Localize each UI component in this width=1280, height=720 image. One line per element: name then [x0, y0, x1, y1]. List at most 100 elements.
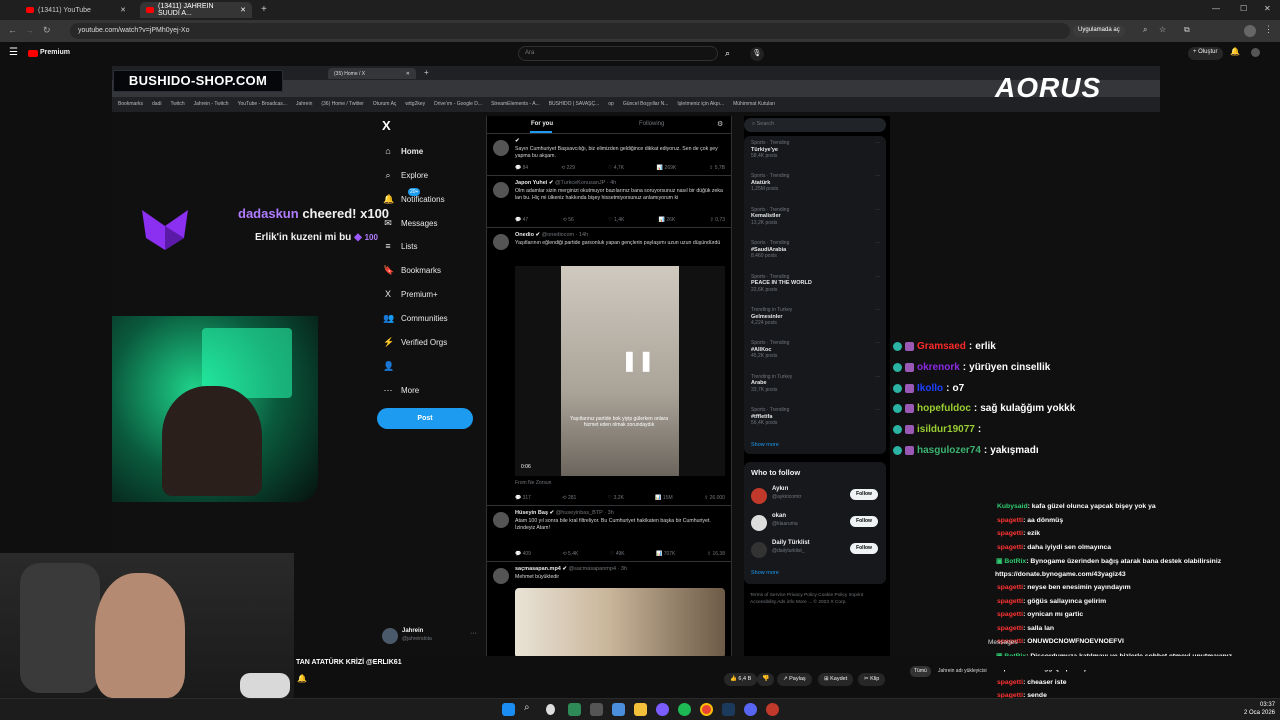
- bookmark-link[interactable]: Mühimmat Kutuları: [733, 101, 775, 107]
- forward-icon[interactable]: →: [25, 25, 34, 35]
- follow-button[interactable]: Follow: [850, 543, 878, 554]
- retweet-icon[interactable]: ⟲ 56: [563, 217, 574, 223]
- folder-icon[interactable]: [634, 703, 647, 716]
- nav-item-explore[interactable]: ⌕ Explore: [383, 167, 428, 183]
- bookmark-link[interactable]: Jahrein: [296, 101, 312, 107]
- new-tab-icon[interactable]: +: [424, 68, 429, 77]
- inner-browser-tab[interactable]: (35) Home / X ✕: [328, 68, 416, 79]
- new-tab-button[interactable]: +: [261, 4, 267, 15]
- like-icon[interactable]: ♡ 1,4K: [608, 217, 624, 223]
- search-icon[interactable]: ⌕: [725, 48, 730, 59]
- create-button[interactable]: + Oluştur: [1188, 47, 1223, 60]
- bookmark-link[interactable]: Oturum Aç: [373, 101, 397, 107]
- search-icon[interactable]: ⌕: [1143, 25, 1147, 35]
- notifications-bell-icon[interactable]: 🔔: [1230, 47, 1240, 56]
- bookmark-icon[interactable]: ⇪ 16,38: [707, 551, 725, 557]
- app-icon[interactable]: [590, 703, 603, 716]
- more-icon[interactable]: ⋯: [875, 173, 880, 180]
- chat-username[interactable]: Ikollo: [917, 383, 943, 394]
- nav-item-premium[interactable]: X Premium+: [383, 286, 438, 302]
- app-icon[interactable]: [568, 703, 581, 716]
- star-icon[interactable]: ☆: [1159, 25, 1166, 34]
- search-input[interactable]: Ara: [518, 46, 718, 61]
- copilot-icon[interactable]: [546, 704, 555, 715]
- trend-item[interactable]: Sports · Trending Atatürk 1,25M posts ⋯: [751, 173, 880, 193]
- like-button[interactable]: 👍 6,4 B: [724, 673, 758, 686]
- avatar[interactable]: [493, 140, 509, 156]
- chat-link[interactable]: https://donate.bynogame.com/43yagiz43: [995, 571, 1126, 578]
- nav-item-messages[interactable]: ✉ Messages: [383, 215, 437, 231]
- chat-username[interactable]: spagetti: [997, 517, 1023, 524]
- tab-following[interactable]: Following: [639, 121, 664, 127]
- avatar[interactable]: [751, 542, 767, 558]
- bookmark-link[interactable]: BUSHIDO | SAVAŞÇ...: [549, 101, 600, 107]
- back-icon[interactable]: ←: [8, 25, 17, 35]
- retweet-icon[interactable]: ⟲ 281: [562, 495, 576, 501]
- views-icon[interactable]: 📊 26K: [659, 217, 676, 223]
- trend-item[interactable]: Trending in Turkey Arabe 33,7K posts ⋯: [751, 374, 880, 394]
- bookmark-link[interactable]: İşletmeniz için Akpı...: [677, 101, 724, 107]
- clock[interactable]: 03:37 2 Oca 2026: [1244, 701, 1275, 717]
- tweet[interactable]: Japon Yuhei ✔ @TurkceKonusanJP · 4h Olm a…: [487, 176, 731, 228]
- bookmark-link[interactable]: Twitch: [170, 101, 184, 107]
- show-more-link[interactable]: Show more: [751, 570, 779, 576]
- like-icon[interactable]: ♡ 4,7K: [608, 165, 624, 171]
- trend-item[interactable]: Sports · Trending #tffletifa 56,4K posts ⋯: [751, 407, 880, 427]
- more-icon[interactable]: ⋯: [875, 274, 880, 281]
- tweet[interactable]: Onedio ✔ @onediocom · 14h Yaşıtlarının eğ…: [487, 228, 731, 506]
- reply-icon[interactable]: 💬 84: [515, 165, 528, 171]
- bookmark-icon[interactable]: ⇪ 0,73: [710, 217, 725, 223]
- menu-icon[interactable]: ⋮: [1264, 24, 1273, 35]
- more-icon[interactable]: ⋯: [875, 407, 880, 414]
- reply-icon[interactable]: 💬 47: [515, 217, 528, 223]
- tweet[interactable]: Hüseyin Baş ✔ @huseyinbas_BTP · 3h Atam 1…: [487, 506, 731, 562]
- like-icon[interactable]: ♡ 49K: [610, 551, 625, 557]
- chat-username[interactable]: Kubysaid: [997, 503, 1028, 510]
- retweet-icon[interactable]: ⟲ 5,4K: [562, 551, 578, 557]
- tweet-image[interactable]: [515, 588, 725, 656]
- windows-start-icon[interactable]: [502, 703, 515, 716]
- chat-username[interactable]: spagetti: [997, 584, 1023, 591]
- bookmark-link[interactable]: wttg2key: [405, 101, 425, 107]
- youtube-premium-logo[interactable]: Premium: [40, 49, 70, 56]
- bookmark-link[interactable]: Güncel Boşyıllar N...: [623, 101, 669, 107]
- chat-username[interactable]: isildur19077: [917, 424, 975, 435]
- more-icon[interactable]: ⋯: [875, 307, 880, 314]
- tweet[interactable]: saçmasapan.mp4 ✔ @sacmasapanmp4 · 3h Mehm…: [487, 562, 731, 656]
- bookmark-icon[interactable]: ⇪ 5,7B: [709, 165, 725, 171]
- app-icon[interactable]: [656, 703, 669, 716]
- avatar[interactable]: [493, 512, 509, 528]
- open-in-app-button[interactable]: Uygulamada aç: [1073, 25, 1125, 37]
- settings-gear-icon[interactable]: ⚙: [717, 120, 723, 128]
- app-icon[interactable]: [766, 703, 779, 716]
- nav-item-more[interactable]: ⋯ More: [383, 382, 420, 398]
- reply-icon[interactable]: 💬 317: [515, 495, 531, 501]
- avatar[interactable]: [751, 515, 767, 531]
- spotify-icon[interactable]: [678, 703, 691, 716]
- views-icon[interactable]: 📊 269K: [657, 165, 676, 171]
- like-icon[interactable]: ♡ 3,2K: [608, 495, 624, 501]
- bookmark-link[interactable]: Bookmarks: [118, 101, 143, 107]
- nav-item-home[interactable]: ⌂ Home: [383, 143, 423, 159]
- chat-username[interactable]: spagetti: [997, 598, 1023, 605]
- trend-item[interactable]: Sports · Trending #AllKoc 45,2K posts ⋯: [751, 340, 880, 360]
- reply-icon[interactable]: 💬 409: [515, 551, 531, 557]
- show-more-link[interactable]: Show more: [751, 442, 779, 448]
- chat-username[interactable]: BotRix: [1004, 558, 1026, 565]
- retweet-icon[interactable]: ⟲ 229: [561, 165, 575, 171]
- clip-button[interactable]: ✂ Klip: [858, 673, 886, 686]
- tweet-video[interactable]: ❚❚ Yaşıtlarınız partide bok yiyip gülerke…: [515, 266, 725, 476]
- close-window-button[interactable]: ✕: [1264, 4, 1271, 13]
- tab-for-you[interactable]: For you: [531, 121, 553, 127]
- close-icon[interactable]: ✕: [240, 6, 246, 14]
- bookmark-link[interactable]: Jahrein - Twitch: [194, 101, 229, 107]
- dislike-icon[interactable]: 👎: [757, 673, 775, 686]
- minimize-button[interactable]: —: [1212, 4, 1220, 13]
- chat-username[interactable]: hasgulozer74: [917, 445, 981, 456]
- bell-icon[interactable]: 🔔: [297, 674, 307, 683]
- avatar[interactable]: [493, 234, 509, 250]
- bookmark-link[interactable]: Drive'ım - Google D...: [434, 101, 482, 107]
- trend-item[interactable]: Sports · Trending #SaudiArabia 8,460 posts…: [751, 240, 880, 260]
- trend-item[interactable]: Trending in Turkey Gelmesinler 4,224 posts…: [751, 307, 880, 327]
- more-icon[interactable]: ⋯: [875, 207, 880, 214]
